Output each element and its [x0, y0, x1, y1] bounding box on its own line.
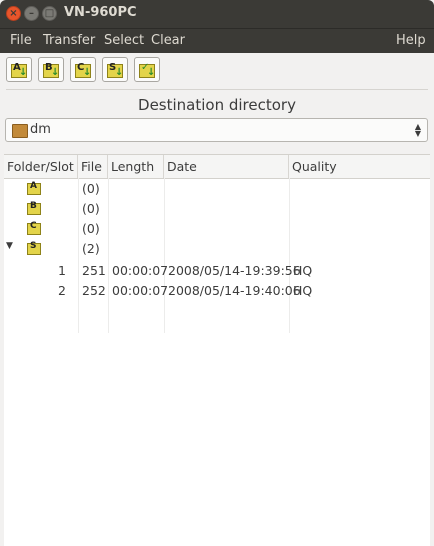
folder-c-download-icon: C ↓ — [75, 62, 92, 78]
folder-count: (0) — [82, 221, 100, 236]
length-cell: 00:00:07 — [112, 283, 169, 298]
table-header: Folder/Slot File Length Date Quality — [4, 155, 430, 179]
window-title: VN-960PC — [64, 5, 137, 20]
quality-cell: HQ — [293, 263, 313, 278]
date-cell: 2008/05/14-19:40:06 — [168, 283, 301, 298]
file-cell: 251 — [82, 263, 106, 278]
folder-row-b[interactable]: B (0) — [4, 199, 430, 219]
folder-a-download-icon: A ↓ — [11, 62, 28, 78]
column-header-length[interactable]: Length — [108, 155, 164, 178]
file-cell: 252 — [82, 283, 106, 298]
minimize-window-button[interactable]: – — [24, 6, 39, 21]
folder-a-icon: A — [27, 181, 41, 195]
column-header-folder-slot[interactable]: Folder/Slot — [4, 155, 78, 178]
folder-row-s[interactable]: ▼ S (2) — [4, 239, 430, 259]
folder-s-download-icon: S ↓ — [107, 62, 124, 78]
column-header-quality[interactable]: Quality — [289, 155, 430, 178]
folder-count: (0) — [82, 181, 100, 196]
folder-icon — [12, 124, 28, 138]
toolbar: A ↓ B ↓ C ↓ S ↓ ✓ ↓ — [0, 52, 434, 88]
close-icon: × — [9, 8, 18, 19]
maximize-window-button[interactable]: □ — [42, 6, 57, 21]
folder-s-icon: S — [27, 241, 41, 255]
slot-cell: 2 — [58, 283, 66, 298]
close-window-button[interactable]: × — [6, 6, 21, 21]
download-selected-button[interactable]: ✓ ↓ — [134, 57, 160, 82]
recordings-table: Folder/Slot File Length Date Quality A (… — [4, 154, 430, 546]
title-bar: × – □ VN-960PC — [0, 0, 434, 28]
spin-arrows-icon: ▲ ▼ — [414, 122, 421, 138]
destination-value: dm — [30, 122, 51, 137]
column-header-date[interactable]: Date — [164, 155, 289, 178]
download-folder-c-button[interactable]: C ↓ — [70, 57, 96, 82]
minimize-icon: – — [29, 8, 34, 19]
column-header-file[interactable]: File — [78, 155, 108, 178]
download-folder-s-button[interactable]: S ↓ — [102, 57, 128, 82]
folder-row-c[interactable]: C (0) — [4, 219, 430, 239]
download-folder-a-button[interactable]: A ↓ — [6, 57, 32, 82]
folder-row-a[interactable]: A (0) — [4, 179, 430, 199]
menu-select[interactable]: Select — [104, 33, 144, 48]
folder-count: (0) — [82, 201, 100, 216]
length-cell: 00:00:07 — [112, 263, 169, 278]
folder-count: (2) — [82, 241, 100, 256]
destination-select[interactable]: dm ▲ ▼ — [5, 118, 428, 142]
menu-transfer[interactable]: Transfer — [43, 33, 95, 48]
folder-check-download-icon: ✓ ↓ — [139, 62, 156, 78]
maximize-icon: □ — [44, 8, 55, 19]
destination-label: Destination directory — [138, 96, 296, 114]
menu-bar: File Transfer Select Clear Help — [0, 28, 434, 53]
menu-file[interactable]: File — [10, 33, 32, 48]
quality-cell: HQ — [293, 283, 313, 298]
download-folder-b-button[interactable]: B ↓ — [38, 57, 64, 82]
table-row[interactable]: 2 252 00:00:07 2008/05/14-19:40:06 HQ — [4, 281, 430, 301]
folder-c-icon: C — [27, 221, 41, 235]
expander-down-icon[interactable]: ▼ — [6, 241, 13, 251]
date-cell: 2008/05/14-19:39:56 — [168, 263, 301, 278]
toolbar-divider — [6, 89, 428, 90]
table-row[interactable]: 1 251 00:00:07 2008/05/14-19:39:56 HQ — [4, 261, 430, 281]
slot-cell: 1 — [58, 263, 66, 278]
folder-b-icon: B — [27, 201, 41, 215]
menu-help[interactable]: Help — [396, 33, 426, 48]
folder-b-download-icon: B ↓ — [43, 62, 60, 78]
menu-clear[interactable]: Clear — [151, 33, 185, 48]
